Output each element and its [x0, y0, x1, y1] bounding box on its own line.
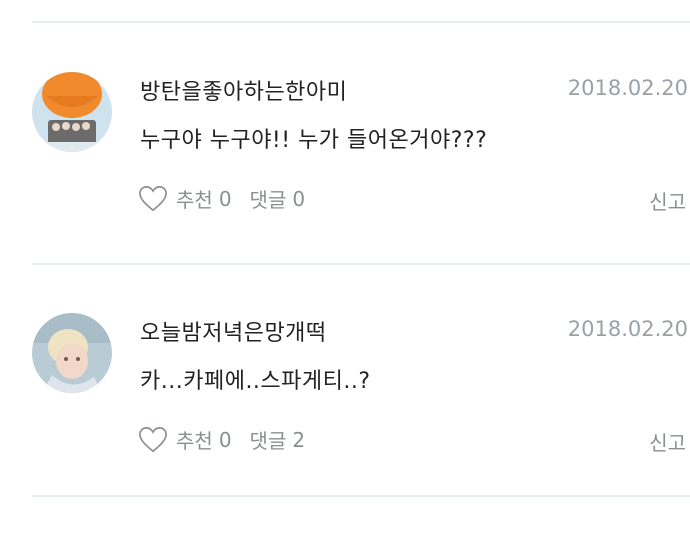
bottom-divider: [32, 495, 690, 497]
reply-label: 댓글: [249, 188, 287, 212]
report-button[interactable]: 신고: [649, 186, 686, 215]
username[interactable]: 오늘밤저녁은망개떡: [140, 315, 327, 347]
reply-count: 2: [292, 427, 306, 452]
reply-button[interactable]: 댓글 2: [250, 425, 306, 454]
comment-item: 오늘밤저녁은망개떡 2018.02.20 카...카페에..스파게티..? 추천…: [0, 313, 690, 553]
reply-label: 댓글: [249, 429, 287, 453]
heart-outline-icon: [139, 185, 167, 211]
comment-text: 카...카페에..스파게티..?: [140, 369, 371, 394]
like-label: 추천: [176, 429, 213, 453]
heart-outline-icon: [139, 426, 167, 452]
report-button[interactable]: 신고: [649, 427, 686, 456]
comment-date: 2018.02.20: [567, 317, 688, 341]
comment-actions: 추천 0 댓글 0: [138, 184, 305, 213]
avatar[interactable]: [32, 313, 112, 393]
reply-count: 0: [292, 186, 306, 211]
comment-divider: [32, 263, 690, 265]
comment-text: 누구야 누구야!! 누가 들어온거야???: [140, 128, 488, 153]
username[interactable]: 방탄을좋아하는한아미: [140, 74, 347, 106]
avatar[interactable]: [32, 72, 112, 152]
comment-date: 2018.02.20: [567, 76, 688, 100]
top-divider: [32, 21, 690, 23]
like-count: 0: [218, 186, 232, 211]
like-button[interactable]: 추천 0: [138, 425, 232, 454]
like-button[interactable]: 추천 0: [138, 184, 232, 213]
reply-button[interactable]: 댓글 0: [250, 184, 306, 213]
like-count: 0: [218, 427, 232, 452]
comment-actions: 추천 0 댓글 2: [138, 425, 305, 454]
comment-item: 방탄을좋아하는한아미 2018.02.20 누구야 누구야!! 누가 들어온거야…: [0, 72, 690, 312]
like-label: 추천: [176, 188, 213, 212]
